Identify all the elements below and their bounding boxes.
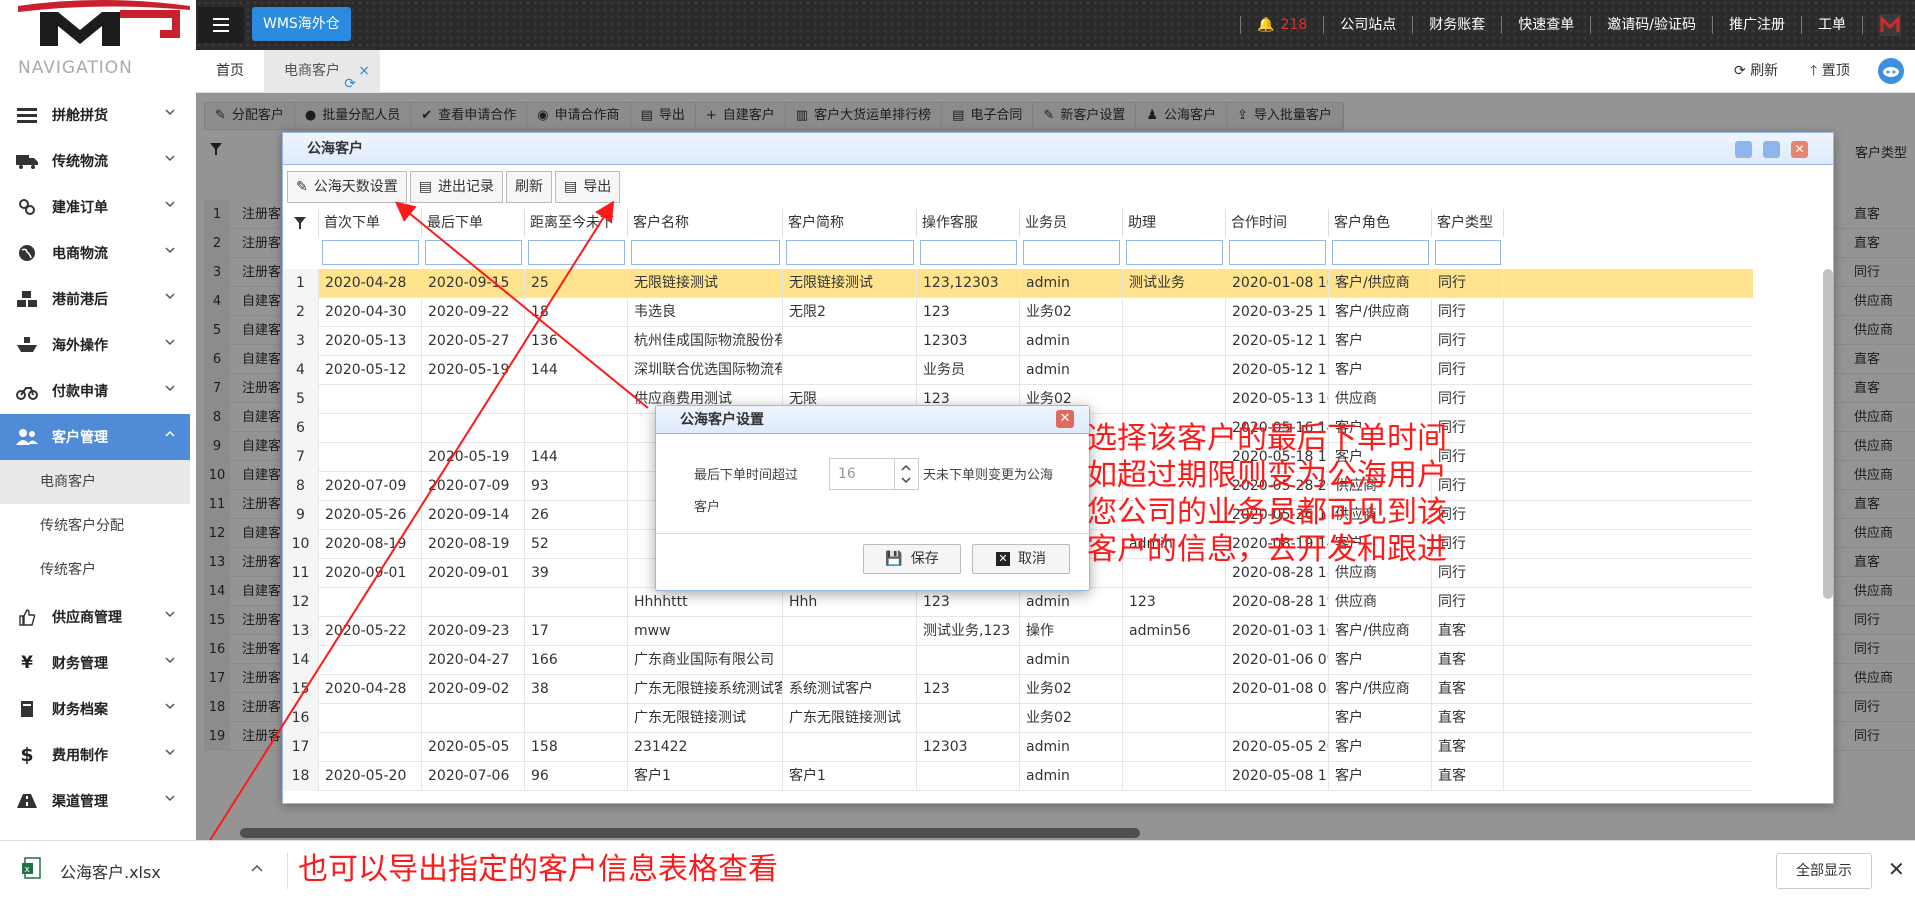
show-all-button[interactable]: 全部显示 (1776, 853, 1872, 889)
annotation-bottom: 也可以导出指定的客户信息表格查看 (298, 852, 778, 887)
svg-text:x: x (25, 865, 31, 875)
close-icon[interactable]: ✕ (1888, 857, 1905, 881)
download-bar: x 公海客户.xlsx 也可以导出指定的客户信息表格查看 全部显示 ✕ (0, 840, 1915, 901)
chevron-up-icon[interactable] (250, 861, 264, 875)
download-filename[interactable]: 公海客户.xlsx (60, 859, 161, 883)
annotation-arrows (189, 200, 649, 873)
excel-file-icon: x (22, 857, 42, 879)
divider (287, 853, 288, 889)
